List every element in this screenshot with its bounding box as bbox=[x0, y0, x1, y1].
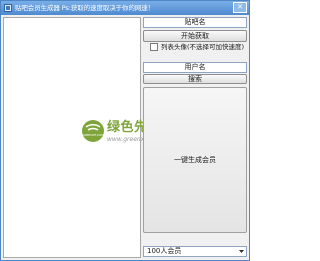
chevron-down-icon[interactable] bbox=[238, 248, 245, 255]
fetch-button[interactable]: 开始获取 bbox=[143, 30, 247, 42]
generate-members-label: 一键生成会员 bbox=[174, 156, 216, 164]
app-window: 贴吧会员生成器 Ps:获取的速度取决于你的网速！ ✕ GREENXF.COM 绿… bbox=[0, 0, 250, 261]
search-button[interactable]: 搜索 bbox=[143, 74, 247, 84]
close-icon[interactable]: ✕ bbox=[233, 2, 247, 13]
avatar-checkbox-row[interactable]: 列表头像(不选择可加快速度) bbox=[150, 43, 250, 52]
generate-members-button[interactable]: 一键生成会员 bbox=[143, 87, 247, 233]
app-icon bbox=[4, 4, 12, 12]
watermark-badge-icon: GREENXF.COM bbox=[82, 120, 104, 142]
avatar-checkbox[interactable] bbox=[150, 43, 158, 51]
watermark-badge-text: GREENXF.COM bbox=[82, 133, 104, 137]
tieba-name-field[interactable]: 贴吧名 bbox=[143, 17, 247, 28]
avatar-checkbox-label: 列表头像(不选择可加快速度) bbox=[161, 43, 245, 51]
username-field[interactable]: 用户名 bbox=[143, 62, 247, 73]
member-count-select[interactable]: 100人会员 bbox=[143, 246, 247, 257]
title-bar[interactable]: 贴吧会员生成器 Ps:获取的速度取决于你的网速！ ✕ bbox=[1, 1, 249, 15]
window-title: 贴吧会员生成器 Ps:获取的速度取决于你的网速！ bbox=[15, 4, 155, 12]
member-count-value: 100人会员 bbox=[147, 247, 182, 255]
